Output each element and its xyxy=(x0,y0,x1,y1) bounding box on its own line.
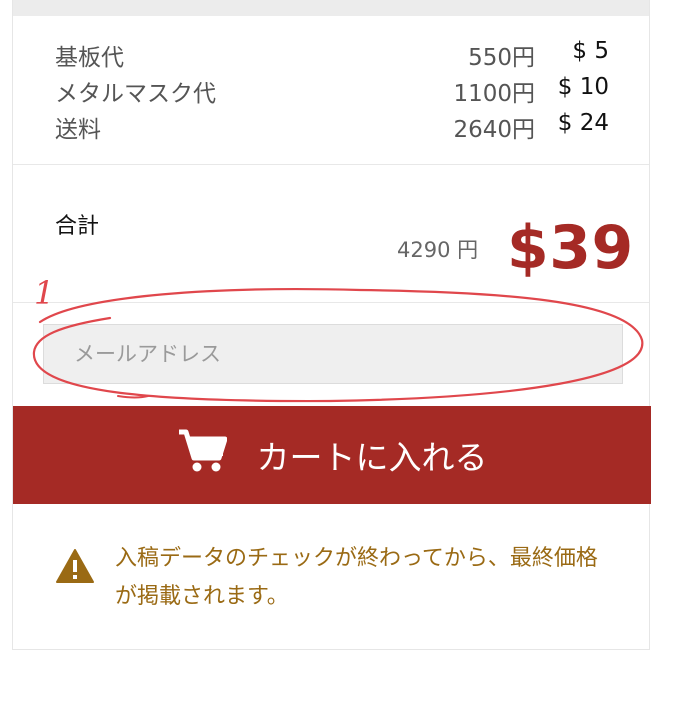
divider xyxy=(13,302,649,303)
price-notice: 入稿データのチェックが終わってから、最終価格が掲載されます。 xyxy=(55,540,615,616)
item-label-shipping: 送料 xyxy=(55,117,101,143)
divider xyxy=(13,164,649,165)
item-usd-board: $ 5 xyxy=(572,38,609,64)
add-to-cart-button[interactable]: カートに入れる xyxy=(13,406,651,504)
notice-text: 入稿データのチェックが終わってから、最終価格が掲載されます。 xyxy=(115,546,598,609)
item-usd-shipping: $ 24 xyxy=(557,110,609,136)
cart-icon xyxy=(177,428,227,482)
item-yen-board: 550円 xyxy=(468,45,535,71)
total-usd: $39 xyxy=(507,213,634,283)
top-bar xyxy=(13,0,649,16)
add-to-cart-label: カートに入れる xyxy=(256,438,488,477)
item-yen-shipping: 2640円 xyxy=(453,117,535,143)
total-yen: 4290 円 xyxy=(397,238,479,262)
item-label-board: 基板代 xyxy=(55,45,124,71)
item-yen-metal-mask: 1100円 xyxy=(453,81,535,107)
warning-icon xyxy=(55,548,95,616)
email-input[interactable] xyxy=(43,324,623,384)
order-summary-panel: 基板代 550円 $ 5 メタルマスク代 1100円 $ 10 送料 2640円… xyxy=(12,0,651,650)
item-usd-metal-mask: $ 10 xyxy=(557,74,609,100)
total-label: 合計 xyxy=(55,214,100,239)
item-label-metal-mask: メタルマスク代 xyxy=(55,81,216,107)
